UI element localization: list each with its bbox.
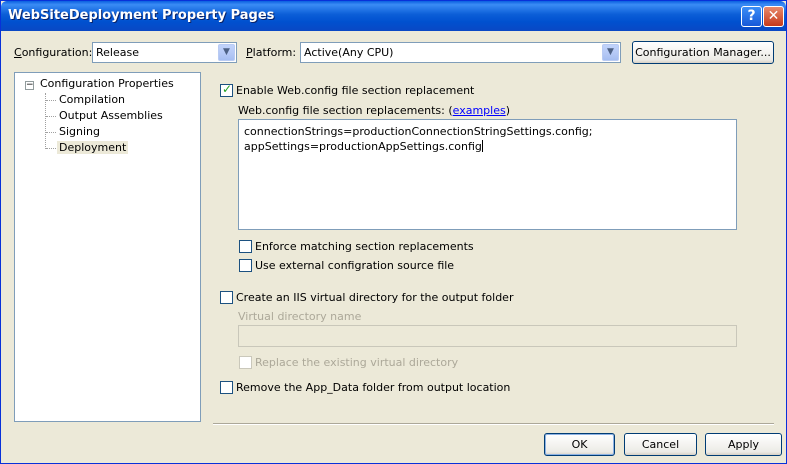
- enable-webconfig-label[interactable]: Enable Web.config file section replaceme…: [236, 84, 474, 97]
- footer-separator: [213, 423, 774, 425]
- external-config-label[interactable]: Use external configration source file: [255, 259, 454, 272]
- cancel-button[interactable]: Cancel: [624, 433, 697, 456]
- enable-webconfig-checkbox[interactable]: ✓: [220, 82, 233, 97]
- cancel-label: Cancel: [641, 438, 680, 451]
- help-icon: ?: [747, 8, 756, 24]
- ok-button[interactable]: OK: [544, 433, 615, 456]
- tree-item-deployment[interactable]: Deployment: [57, 141, 129, 154]
- tree-connector: [46, 116, 56, 117]
- platform-value: Active(Any CPU): [304, 46, 394, 59]
- configuration-manager-button[interactable]: Configuration Manager...: [632, 41, 774, 64]
- examples-link[interactable]: examples: [453, 104, 506, 117]
- text-caret: [481, 140, 483, 152]
- tree-connector: [46, 132, 56, 133]
- property-pages-window: WebSiteDeployment Property Pages ? ✕ Con…: [0, 0, 787, 464]
- configuration-label-text: onfiguration:: [21, 46, 93, 59]
- apply-label: Apply: [727, 438, 760, 451]
- iis-vdir-checkbox[interactable]: [220, 291, 233, 304]
- replacements-label: Web.config file section replacements: (e…: [238, 104, 510, 117]
- external-config-checkbox[interactable]: [239, 259, 252, 272]
- replacements-text: connectionStrings=productionConnectionSt…: [244, 125, 593, 153]
- window-title: WebSiteDeployment Property Pages: [8, 8, 275, 23]
- replacements-label-suffix: ): [505, 104, 511, 117]
- configuration-value: Release: [96, 46, 139, 59]
- tree-item-output-assemblies[interactable]: Output Assemblies: [59, 109, 163, 122]
- configuration-select[interactable]: Release ▼: [92, 42, 237, 63]
- tree-item-compilation[interactable]: Compilation: [59, 93, 125, 106]
- configuration-label: Configuration:: [14, 46, 93, 59]
- apply-button[interactable]: Apply: [705, 433, 782, 456]
- close-icon: ✕: [767, 8, 780, 24]
- property-tree[interactable]: − Configuration Properties Compilation O…: [14, 72, 201, 422]
- replacements-textarea[interactable]: connectionStrings=productionConnectionSt…: [238, 119, 737, 230]
- tree-item-signing[interactable]: Signing: [59, 125, 100, 138]
- replace-vdir-label: Replace the existing virtual directory: [255, 356, 459, 369]
- tree-connector: [46, 148, 56, 149]
- platform-label-text: latform:: [252, 46, 297, 59]
- ok-label: OK: [571, 438, 588, 451]
- enforce-matching-label[interactable]: Enforce matching section replacements: [255, 240, 474, 253]
- remove-appdata-checkbox[interactable]: [220, 381, 233, 394]
- chevron-down-icon[interactable]: ▼: [218, 44, 235, 61]
- help-button[interactable]: ?: [741, 6, 762, 27]
- iis-vdir-label[interactable]: Create an IIS virtual directory for the …: [236, 291, 513, 304]
- remove-appdata-label[interactable]: Remove the App_Data folder from output l…: [236, 381, 510, 394]
- replace-vdir-checkbox: [239, 356, 252, 369]
- title-bar[interactable]: WebSiteDeployment Property Pages ? ✕: [1, 1, 786, 31]
- platform-select[interactable]: Active(Any CPU) ▼: [300, 42, 621, 63]
- close-button[interactable]: ✕: [763, 6, 784, 27]
- chevron-down-icon[interactable]: ▼: [602, 44, 619, 61]
- enforce-matching-checkbox[interactable]: [239, 240, 252, 253]
- checkmark-icon: ✓: [222, 82, 233, 96]
- tree-connector: [45, 93, 46, 149]
- collapse-icon[interactable]: −: [25, 81, 34, 90]
- tree-connector: [46, 100, 56, 101]
- platform-label: Platform:: [246, 46, 297, 59]
- tree-root-configuration-properties[interactable]: Configuration Properties: [40, 77, 174, 90]
- replacements-label-text: Web.config file section replacements: (: [238, 104, 453, 117]
- configuration-manager-label: Configuration Manager...: [635, 46, 771, 59]
- vdir-name-label: Virtual directory name: [238, 310, 362, 323]
- vdir-name-input: [238, 325, 737, 347]
